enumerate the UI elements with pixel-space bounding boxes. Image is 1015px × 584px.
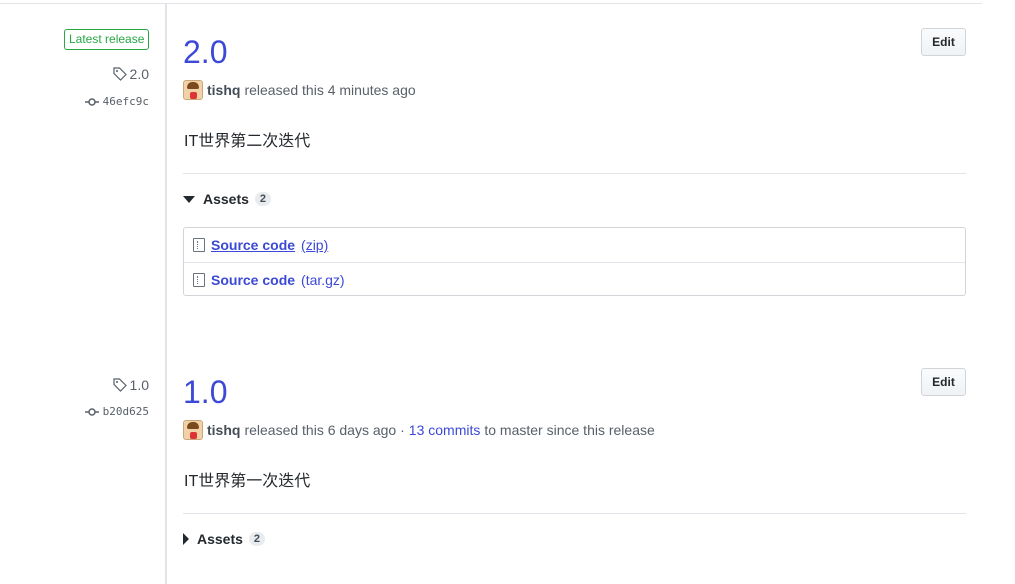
release-byline: tishq released this 4 minutes ago: [183, 80, 416, 100]
assets-toggle[interactable]: Assets 2: [183, 531, 266, 547]
commit-link[interactable]: b20d625: [84, 405, 149, 418]
file-zip-icon: [193, 272, 205, 287]
commits-since-link[interactable]: 13 commits: [409, 422, 481, 438]
section-divider: [183, 513, 966, 514]
assets-list: Source code (zip) Source code (tar.gz): [183, 227, 966, 296]
author-link[interactable]: tishq: [207, 422, 240, 438]
asset-format: (zip): [301, 237, 329, 253]
assets-count-badge: 2: [254, 192, 272, 206]
release-description: IT世界第二次迭代: [184, 133, 311, 150]
top-divider: [0, 3, 982, 4]
triangle-down-icon: [183, 195, 195, 203]
commit-sha: 46efc9c: [102, 95, 149, 108]
git-commit-icon: [84, 97, 99, 106]
commits-since-text: to master since this release: [484, 422, 655, 438]
git-commit-icon: [84, 407, 99, 416]
author-link[interactable]: tishq: [207, 82, 240, 98]
released-time-text: released this 4 minutes ago: [244, 82, 416, 98]
avatar[interactable]: [183, 80, 203, 100]
released-time-text: released this 6 days ago ·: [244, 422, 405, 438]
release-tag-link[interactable]: 2.0: [112, 66, 149, 82]
edit-release-button[interactable]: Edit: [921, 368, 966, 396]
asset-name-link[interactable]: Source code: [211, 272, 295, 288]
assets-toggle[interactable]: Assets 2: [183, 191, 272, 207]
release-description: IT世界第一次迭代: [184, 473, 311, 490]
latest-release-badge: Latest release: [64, 29, 150, 50]
tag-icon: [112, 378, 127, 392]
edit-release-button[interactable]: Edit: [921, 28, 966, 56]
release-tag-link[interactable]: 1.0: [112, 377, 149, 393]
commit-sha: b20d625: [102, 405, 149, 418]
assets-count-badge: 2: [248, 532, 266, 546]
release-title-link[interactable]: 2.0: [183, 32, 227, 72]
release-timeline-line: [165, 4, 167, 584]
release-title-link[interactable]: 1.0: [183, 372, 227, 412]
release-byline: tishq released this 6 days ago · 13 comm…: [183, 420, 655, 440]
asset-format: (tar.gz): [301, 271, 345, 288]
assets-label: Assets: [197, 531, 243, 547]
file-zip-icon: [193, 238, 205, 252]
triangle-right-icon: [183, 533, 189, 545]
section-divider: [183, 173, 966, 174]
tag-label: 1.0: [129, 377, 149, 393]
avatar[interactable]: [183, 420, 203, 440]
tag-label: 2.0: [129, 66, 149, 82]
asset-name-link[interactable]: Source code: [211, 237, 295, 253]
asset-item[interactable]: Source code (zip): [184, 228, 965, 262]
tag-icon: [112, 67, 127, 81]
asset-item[interactable]: Source code (tar.gz): [184, 262, 965, 296]
commit-link[interactable]: 46efc9c: [84, 95, 149, 108]
assets-label: Assets: [203, 191, 249, 207]
